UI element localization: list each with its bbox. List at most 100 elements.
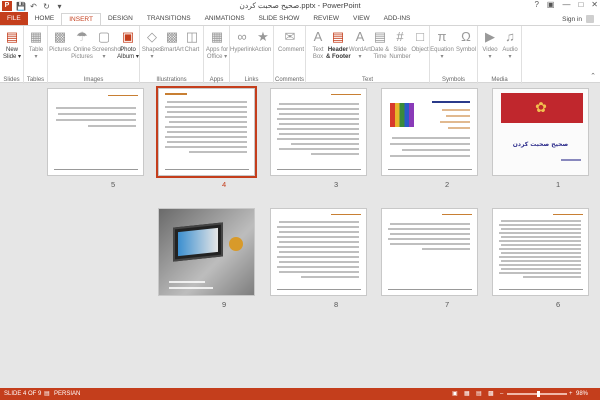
group-illustrations: ◇ Shapes ▾ ▩ SmartArt ◫ Chart Illustrati…	[140, 26, 204, 84]
tab-animations[interactable]: ANIMATIONS	[198, 13, 252, 25]
tab-file[interactable]: FILE	[0, 12, 28, 25]
tab-review[interactable]: REVIEW	[306, 13, 346, 25]
slide-number: 6	[556, 300, 561, 309]
slide-thumbnail-5[interactable]: 5	[47, 88, 144, 189]
audio-icon: ♫	[505, 29, 515, 44]
slide-number: 3	[334, 180, 339, 189]
slide-preview[interactable]	[270, 88, 367, 176]
comment-icon: ✉	[284, 29, 296, 44]
help-button[interactable]: ?	[534, 0, 538, 9]
audio-button[interactable]: ♫ Audio ▾	[498, 29, 522, 61]
group-label: Tables	[26, 77, 45, 83]
slide-preview[interactable]	[381, 208, 478, 296]
slide-preview[interactable]	[381, 88, 478, 176]
language-icon: ▤	[44, 391, 50, 397]
signin-link[interactable]: Sign in	[562, 16, 582, 23]
slide-preview[interactable]	[156, 86, 257, 178]
window-title: صحیح صحبت کردن.pptx - PowerPoint	[239, 1, 361, 10]
close-button[interactable]: ✕	[591, 0, 598, 9]
chart-button[interactable]: ◫ Chart	[180, 29, 204, 54]
zoom-in-button[interactable]: +	[569, 388, 573, 400]
slide-title: صحیح صحبت کردن	[512, 141, 569, 148]
slide-preview[interactable]	[158, 208, 255, 296]
photo-album-icon: ▣	[121, 29, 135, 44]
header-footer-button[interactable]: ▤ Header & Footer	[326, 29, 351, 61]
object-button[interactable]: □ Object	[408, 29, 432, 54]
zoom-level[interactable]: 98%	[576, 388, 588, 400]
slide-thumbnail-1[interactable]: ✿ صحیح صحبت کردن 1	[492, 88, 589, 189]
slide-thumbnail-4[interactable]: 4	[156, 86, 257, 189]
apps-icon: ▦	[210, 29, 224, 44]
group-slides: ▤ New Slide ▾ Slides	[0, 26, 24, 84]
pictures-button[interactable]: ▩ Pictures	[48, 29, 72, 54]
symbol-button[interactable]: Ω Symbol	[454, 29, 478, 54]
group-label: Symbols	[441, 77, 465, 83]
tab-design[interactable]: DESIGN	[101, 13, 140, 25]
comment-button[interactable]: ✉ Comment	[278, 29, 304, 54]
language-indicator[interactable]: PERSIAN	[54, 388, 80, 400]
tab-view[interactable]: VIEW	[346, 13, 377, 25]
group-comments: ✉ Comment Comments	[274, 26, 306, 84]
tab-transitions[interactable]: TRANSITIONS	[140, 13, 198, 25]
tab-slide-show[interactable]: SLIDE SHOW	[252, 13, 307, 25]
date-time-icon: ▤	[373, 29, 387, 44]
slide-show-view-icon[interactable]: ▩	[488, 388, 494, 400]
online-pictures-button[interactable]: ☂ Online Pictures	[70, 29, 94, 61]
slide-thumbnail-7[interactable]: 7	[381, 208, 478, 309]
slide-preview[interactable]	[47, 88, 144, 176]
zoom-slider-handle[interactable]	[537, 391, 540, 397]
slide-preview[interactable]: ✿ صحیح صحبت کردن	[492, 88, 589, 176]
group-label: Slides	[3, 77, 20, 83]
slide-number: 2	[445, 180, 450, 189]
collapse-ribbon-icon[interactable]: ⌃	[590, 72, 596, 80]
slide-number: 4	[222, 180, 227, 189]
tab-add-ins[interactable]: ADD-INS	[377, 13, 418, 25]
slide-thumbnail-8[interactable]: 8	[270, 208, 367, 309]
screenshot-button[interactable]: ▢ Screenshot ▾	[92, 29, 122, 61]
avatar[interactable]	[586, 15, 594, 23]
zoom-out-button[interactable]: –	[500, 388, 503, 400]
slide-thumbnail-9[interactable]: 9	[158, 208, 255, 309]
group-links: ∞ Hyperlink ★ Action Links	[230, 26, 274, 84]
group-label: Illustrations	[156, 77, 187, 83]
group-text: A Text Box ▤ Header & Footer A WordArt ▾…	[306, 26, 430, 84]
slide-thumbnail-6[interactable]: 6	[492, 208, 589, 309]
tab-home[interactable]: HOME	[28, 13, 62, 25]
symbol-icon: Ω	[461, 29, 471, 44]
video-icon: ▶	[485, 29, 495, 44]
ribbon: ▤ New Slide ▾ Slides ▦ Table ▾ Tables ▩ …	[0, 25, 600, 84]
laptop-image	[173, 222, 223, 262]
apps-button[interactable]: ▦ Apps for Office ▾	[205, 29, 229, 61]
table-button[interactable]: ▦ Table ▾	[24, 29, 48, 61]
table-icon: ▦	[29, 29, 43, 44]
group-apps: ▦ Apps for Office ▾ Apps	[204, 26, 230, 84]
group-symbols: π Equation ▾ Ω Symbol Symbols	[430, 26, 478, 84]
photo-album-button[interactable]: ▣ Photo Album ▾	[116, 29, 140, 61]
title-bar: P 💾 ↶ ↻ ▾ صحیح صحبت کردن.pptx - PowerPoi…	[0, 0, 600, 12]
equation-button[interactable]: π Equation ▾	[430, 29, 454, 61]
new-slide-icon: ▤	[5, 29, 19, 44]
minimize-button[interactable]: —	[562, 0, 570, 9]
normal-view-icon[interactable]: ▣	[452, 388, 458, 400]
slide-thumbnail-2[interactable]: 2	[381, 88, 478, 189]
new-slide-button[interactable]: ▤ New Slide ▾	[0, 29, 24, 61]
slide-sorter-view-icon[interactable]: ▦	[464, 388, 470, 400]
maximize-button[interactable]: □	[578, 0, 583, 9]
group-label: Text	[361, 77, 373, 83]
slide-sorter: 5 4 3 2 ✿ صحیح صحبت کردن 1 9 8 7 6	[0, 84, 600, 388]
object-icon: □	[416, 29, 424, 44]
group-images: ▩ Pictures ☂ Online Pictures ▢ Screensho…	[48, 26, 140, 84]
ribbon-display-icon[interactable]: ▣	[547, 0, 555, 9]
header-footer-icon: ▤	[331, 29, 345, 44]
signin-area[interactable]: Sign in	[562, 15, 594, 23]
status-bar: SLIDE 4 OF 9 ▤ PERSIAN ▣ ▦ ▤ ▩ – + 98%	[0, 388, 600, 400]
group-label: Apps	[209, 77, 224, 83]
reading-view-icon[interactable]: ▤	[476, 388, 482, 400]
slide-thumbnail-3[interactable]: 3	[270, 88, 367, 189]
ribbon-tabs: FILE HOME INSERT DESIGN TRANSITIONS ANIM…	[0, 12, 600, 25]
slide-preview[interactable]	[492, 208, 589, 296]
action-button[interactable]: ★ Action	[251, 29, 275, 54]
tab-insert[interactable]: INSERT	[61, 13, 101, 25]
slide-preview[interactable]	[270, 208, 367, 296]
slide-number: 5	[111, 180, 116, 189]
